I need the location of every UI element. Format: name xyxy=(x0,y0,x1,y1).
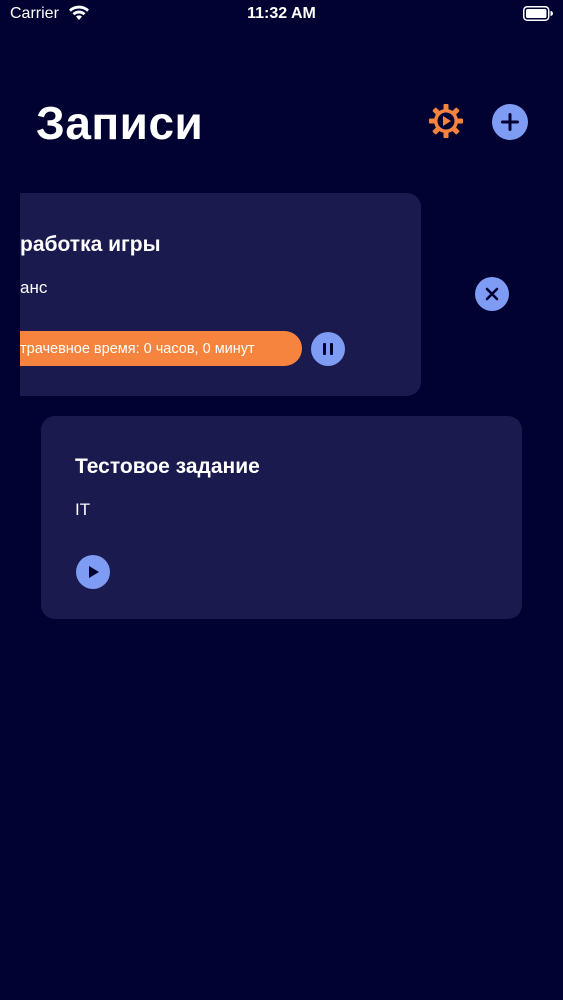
play-icon xyxy=(89,566,99,578)
settings-button[interactable] xyxy=(426,101,466,141)
record-card[interactable]: Тестовое задание IT xyxy=(41,416,522,619)
record-title: работка игры xyxy=(20,233,161,256)
status-bar: Carrier 11:32 AM xyxy=(0,0,563,30)
page-title: Записи xyxy=(36,97,204,149)
pause-button[interactable] xyxy=(311,332,345,366)
play-button[interactable] xyxy=(76,555,110,589)
time-spent-text: трачевное время: 0 часов, 0 минут xyxy=(20,340,255,357)
battery-icon xyxy=(523,6,553,21)
delete-button[interactable] xyxy=(475,277,509,311)
plus-icon xyxy=(501,113,519,131)
pause-icon xyxy=(323,343,333,355)
status-time: 11:32 AM xyxy=(247,5,316,22)
time-spent-badge: трачевное время: 0 часов, 0 минут xyxy=(20,331,302,366)
record-category: IT xyxy=(75,500,91,519)
record-card[interactable]: работка игры анс трачевное время: 0 часо… xyxy=(20,193,421,396)
record-title: Тестовое задание xyxy=(75,455,260,478)
record-category: анс xyxy=(20,278,48,297)
record-card-swiped[interactable]: работка игры анс трачевное время: 0 часо… xyxy=(20,193,430,403)
gear-icon xyxy=(429,104,463,138)
records-screen: Carrier 11:32 AM Записи работка игры анс… xyxy=(0,0,563,1000)
close-icon xyxy=(485,287,499,301)
add-record-button[interactable] xyxy=(492,104,528,140)
